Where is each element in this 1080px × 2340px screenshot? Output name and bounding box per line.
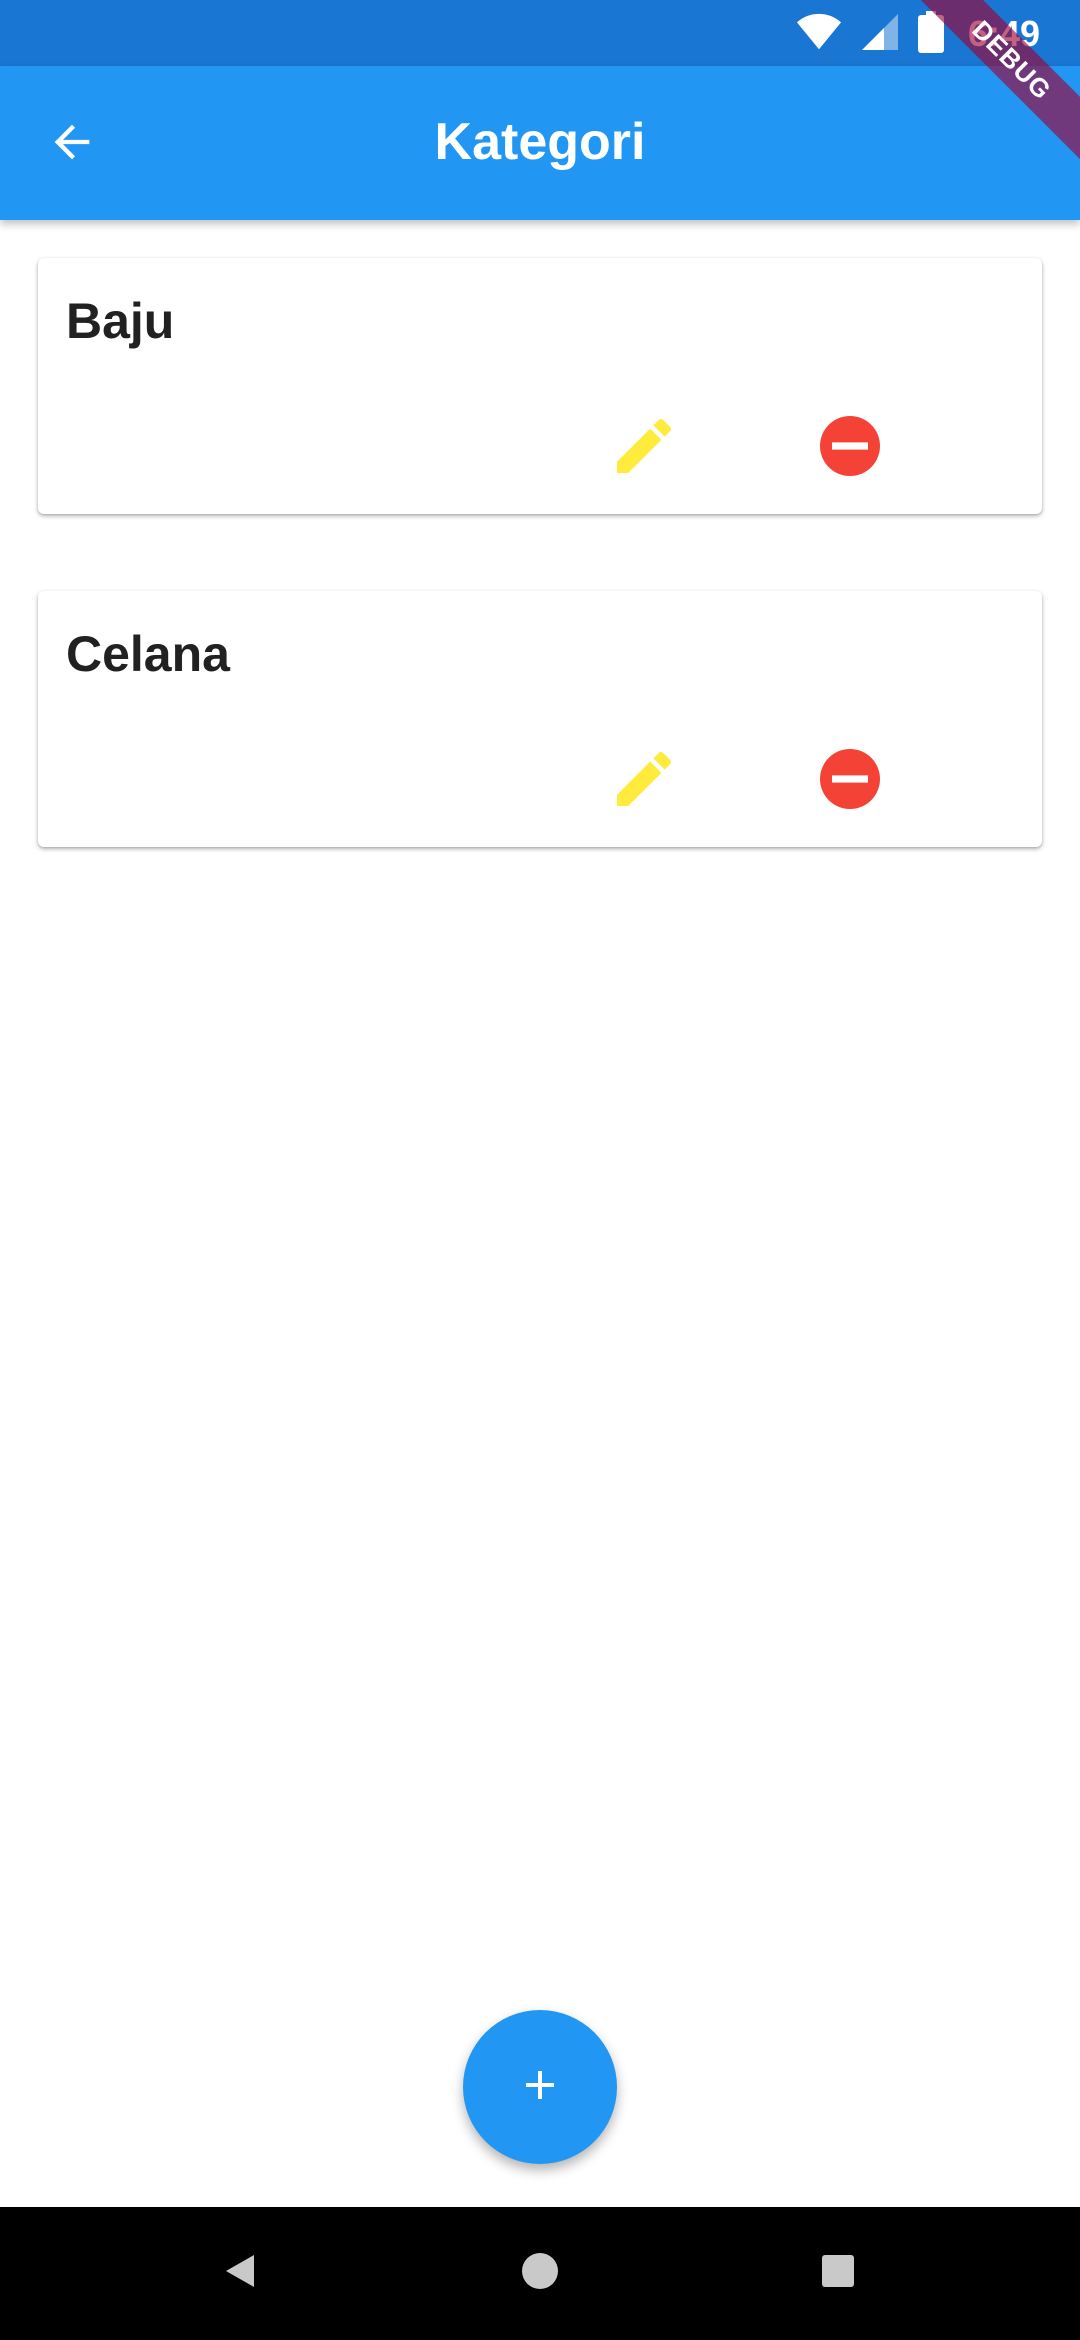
- page-title: Kategori: [434, 113, 646, 171]
- status-bar: 6:49: [0, 0, 1080, 66]
- category-name: Baju: [66, 293, 175, 349]
- minus-circle-icon: [814, 743, 886, 820]
- pencil-icon: [608, 410, 680, 487]
- minus-circle-icon: [814, 410, 886, 487]
- signal-icon: [860, 12, 900, 57]
- nav-back-button[interactable]: [200, 2233, 280, 2313]
- status-icons: 6:49: [796, 10, 1040, 58]
- edit-button[interactable]: [594, 398, 694, 498]
- battery-icon: [917, 10, 944, 58]
- triangle-back-icon: [220, 2251, 260, 2296]
- category-list: Baju Celana: [38, 258, 1042, 924]
- status-time: 6:49: [967, 13, 1040, 54]
- app-bar: Kategori: [0, 66, 1080, 220]
- category-card[interactable]: Baju: [38, 258, 1042, 514]
- add-category-button[interactable]: [463, 2010, 617, 2164]
- pencil-icon: [608, 743, 680, 820]
- edit-button[interactable]: [594, 731, 694, 831]
- wifi-icon: [796, 12, 842, 57]
- delete-button[interactable]: [800, 731, 900, 831]
- navigation-bar: [0, 2207, 1080, 2340]
- nav-recents-button[interactable]: [798, 2233, 878, 2313]
- nav-home-button[interactable]: [500, 2233, 580, 2313]
- square-recents-icon: [820, 2253, 856, 2294]
- circle-home-icon: [520, 2251, 560, 2296]
- category-card[interactable]: Celana: [38, 591, 1042, 847]
- screen: 6:49 Kategori DEBUG Baju Celana: [0, 0, 1080, 2340]
- plus-icon: [516, 2061, 564, 2114]
- category-name: Celana: [66, 626, 230, 682]
- delete-button[interactable]: [800, 398, 900, 498]
